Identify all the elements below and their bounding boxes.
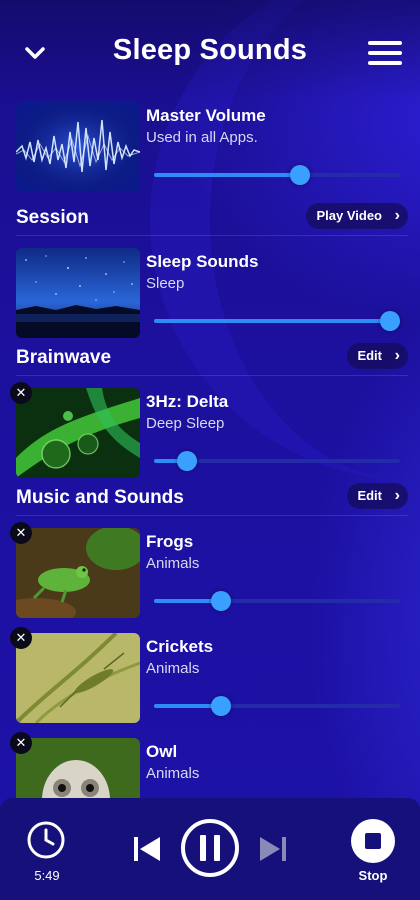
close-icon[interactable]: ✕ — [10, 732, 32, 754]
chevron-down-icon[interactable] — [22, 40, 48, 66]
sound-category: Animals — [146, 765, 200, 782]
sound-item: ✕ Crickets Animals — [10, 627, 406, 725]
master-volume-title: Master Volume — [146, 106, 266, 125]
section-title: Session — [16, 207, 89, 228]
sound-category: Deep Sleep — [146, 415, 225, 432]
session-section-header: Session Play Video › — [16, 203, 408, 236]
edit-button[interactable]: Edit › — [347, 343, 408, 369]
timer-label: 5:49 — [34, 868, 60, 883]
master-volume-row: Master Volume Used in all Apps. — [16, 102, 406, 194]
sleep-sounds-thumbnail — [16, 248, 140, 338]
crickets-thumbnail — [16, 633, 140, 723]
sound-name: Owl — [146, 742, 178, 761]
sound-item: ✕ 3Hz: Delta Deep Sleep — [10, 382, 406, 480]
frogs-thumbnail — [16, 528, 140, 618]
slider-knob[interactable] — [380, 311, 400, 331]
sound-name: Frogs — [146, 532, 194, 551]
player-bar: 5:49 Stop — [0, 798, 420, 900]
volume-slider[interactable] — [154, 696, 400, 716]
slider-knob[interactable] — [210, 591, 231, 611]
pause-icon[interactable] — [180, 818, 240, 878]
menu-icon[interactable] — [368, 41, 402, 67]
sound-category: Animals — [146, 555, 200, 572]
stop-icon[interactable] — [350, 818, 396, 864]
sound-name: 3Hz: Delta — [146, 392, 229, 411]
close-icon[interactable]: ✕ — [10, 627, 32, 649]
sound-name: Crickets — [146, 637, 214, 656]
slider-knob[interactable] — [176, 451, 197, 471]
volume-slider[interactable] — [154, 591, 400, 611]
sound-category: Animals — [146, 660, 200, 677]
master-volume-slider[interactable] — [154, 165, 400, 185]
next-icon[interactable] — [256, 834, 288, 864]
chevron-right-icon: › — [394, 487, 400, 504]
page-title: Sleep Sounds — [112, 33, 308, 66]
slider-knob[interactable] — [289, 165, 310, 185]
app-header: Sleep Sounds — [0, 0, 420, 100]
clock-icon[interactable] — [26, 820, 66, 860]
master-volume-subtitle: Used in all Apps. — [146, 129, 258, 146]
previous-icon[interactable] — [132, 834, 164, 864]
brainwave-section-header: Brainwave Edit › — [16, 343, 408, 376]
sound-item: Sleep Sounds Sleep — [16, 248, 406, 340]
sound-item: ✕ Frogs Animals — [10, 522, 406, 620]
close-icon[interactable]: ✕ — [10, 382, 32, 404]
chevron-right-icon: › — [394, 207, 400, 224]
sound-name: Sleep Sounds — [146, 252, 259, 271]
volume-slider[interactable] — [154, 451, 400, 471]
section-title: Music and Sounds — [16, 487, 184, 508]
music-section-header: Music and Sounds Edit › — [16, 483, 408, 516]
slider-knob[interactable] — [210, 696, 231, 716]
chevron-right-icon: › — [394, 347, 400, 364]
delta-thumbnail — [16, 388, 140, 478]
play-video-button[interactable]: Play Video › — [306, 203, 408, 229]
stop-label: Stop — [358, 868, 388, 883]
master-volume-thumbnail — [16, 102, 140, 192]
section-title: Brainwave — [16, 347, 112, 368]
close-icon[interactable]: ✕ — [10, 522, 32, 544]
edit-button[interactable]: Edit › — [347, 483, 408, 509]
sound-category: Sleep — [146, 275, 185, 292]
volume-slider[interactable] — [154, 311, 400, 331]
